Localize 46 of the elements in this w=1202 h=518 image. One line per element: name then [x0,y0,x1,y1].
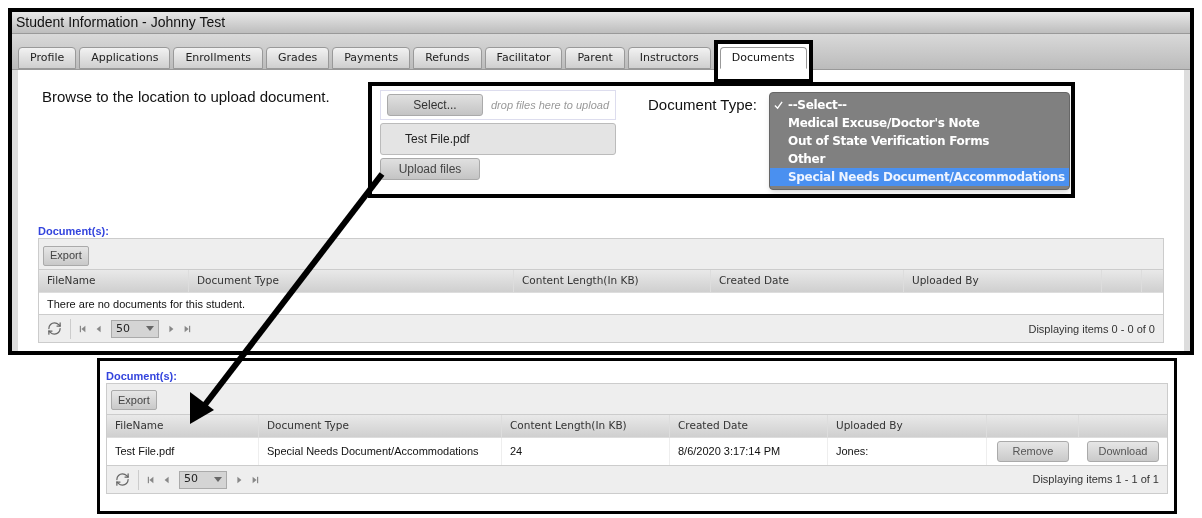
drop-zone[interactable]: Select... drop files here to upload [380,90,617,121]
page-size-dropdown[interactable]: 50 [179,470,227,489]
drop-hint: drop files here to upload [491,98,610,113]
dropdown-option[interactable]: --Select-- [770,96,1069,115]
tab[interactable]: Parent [565,47,625,70]
tab[interactable]: Enrollments [173,47,263,70]
refresh-icon[interactable] [115,472,130,487]
window-title: Student Information - Johnny Test [16,13,226,32]
tab[interactable]: Documents [719,47,807,70]
page-size-dropdown[interactable]: 50 [111,319,159,338]
dropdown-option[interactable]: Medical Excuse/Doctor's Note [770,114,1069,133]
tab[interactable]: Instructors [627,47,711,70]
pager-info: Displaying items 0 - 0 of 0 [1028,321,1155,337]
tab[interactable]: Grades [265,47,330,70]
export-button[interactable]: Export [111,390,157,411]
caret-icon [146,326,154,332]
select-button[interactable]: Select... [387,94,483,117]
pager-info: Displaying items 1 - 1 of 1 [1032,472,1159,488]
previous-page-icon[interactable] [163,475,171,484]
checkmark-icon [774,100,783,110]
first-page-icon[interactable] [79,324,87,333]
last-page-icon[interactable] [251,475,259,484]
refresh-icon[interactable] [47,321,62,337]
caret-icon [214,477,222,482]
dropdown-option[interactable]: Out of State Verification Forms [770,132,1069,151]
document-type-label: Document Type: [648,95,757,116]
tab[interactable]: Applications [79,47,171,70]
grid-label: Document(s): [38,224,110,239]
dropdown-option[interactable]: Other [770,150,1069,169]
tab[interactable]: Refunds [413,47,482,70]
first-page-icon[interactable] [147,475,155,484]
previous-page-icon[interactable] [95,324,103,333]
last-page-icon[interactable] [183,324,191,333]
grid-label: Document(s): [106,369,178,383]
upload-instruction: Browse to the location to upload document. [42,87,331,108]
empty-message: There are no documents for this student. [39,292,1163,315]
export-button[interactable]: Export [43,245,89,266]
file-name: Test File.pdf [405,131,470,149]
tab[interactable]: Profile [18,47,77,70]
next-page-icon[interactable] [235,475,243,484]
tab[interactable]: Facilitator [484,47,563,70]
next-page-icon[interactable] [167,324,175,333]
upload-button[interactable]: Upload files [380,158,480,181]
download-button[interactable]: Download [1087,441,1159,462]
remove-button[interactable]: Remove [997,441,1069,462]
tab[interactable]: Payments [332,47,411,70]
